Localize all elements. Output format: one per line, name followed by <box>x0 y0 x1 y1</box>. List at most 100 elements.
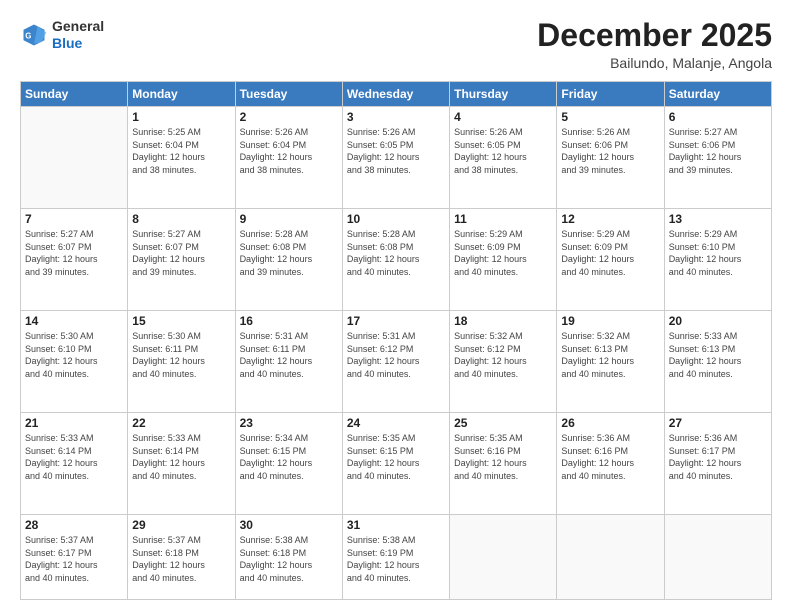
table-row: 16 Sunrise: 5:31 AM Sunset: 6:11 PM Dayli… <box>235 311 342 413</box>
day-info: Sunrise: 5:31 AM Sunset: 6:11 PM Dayligh… <box>240 330 338 380</box>
day-info: Sunrise: 5:29 AM Sunset: 6:09 PM Dayligh… <box>454 228 552 278</box>
day-info: Sunrise: 5:31 AM Sunset: 6:12 PM Dayligh… <box>347 330 445 380</box>
header-wednesday: Wednesday <box>342 82 449 107</box>
logo-general: General <box>52 18 104 34</box>
table-row: 30 Sunrise: 5:38 AM Sunset: 6:18 PM Dayli… <box>235 514 342 599</box>
table-row: 8 Sunrise: 5:27 AM Sunset: 6:07 PM Daylig… <box>128 209 235 311</box>
day-info: Sunrise: 5:38 AM Sunset: 6:18 PM Dayligh… <box>240 534 338 584</box>
table-row: 18 Sunrise: 5:32 AM Sunset: 6:12 PM Dayli… <box>450 311 557 413</box>
table-row: 4 Sunrise: 5:26 AM Sunset: 6:05 PM Daylig… <box>450 107 557 209</box>
table-row: 26 Sunrise: 5:36 AM Sunset: 6:16 PM Dayli… <box>557 413 664 515</box>
day-number: 19 <box>561 314 659 328</box>
day-number: 4 <box>454 110 552 124</box>
table-row <box>664 514 771 599</box>
day-number: 5 <box>561 110 659 124</box>
day-info: Sunrise: 5:35 AM Sunset: 6:16 PM Dayligh… <box>454 432 552 482</box>
day-info: Sunrise: 5:33 AM Sunset: 6:13 PM Dayligh… <box>669 330 767 380</box>
table-row: 6 Sunrise: 5:27 AM Sunset: 6:06 PM Daylig… <box>664 107 771 209</box>
logo-icon: G <box>20 21 48 49</box>
day-info: Sunrise: 5:33 AM Sunset: 6:14 PM Dayligh… <box>132 432 230 482</box>
table-row: 13Sunrise: 5:29 AM Sunset: 6:10 PM Dayli… <box>664 209 771 311</box>
day-info: Sunrise: 5:29 AM Sunset: 6:10 PM Dayligh… <box>669 228 767 278</box>
day-info: Sunrise: 5:29 AM Sunset: 6:09 PM Dayligh… <box>561 228 659 278</box>
table-row <box>450 514 557 599</box>
day-info: Sunrise: 5:35 AM Sunset: 6:15 PM Dayligh… <box>347 432 445 482</box>
day-number: 18 <box>454 314 552 328</box>
day-info: Sunrise: 5:36 AM Sunset: 6:17 PM Dayligh… <box>669 432 767 482</box>
day-info: Sunrise: 5:32 AM Sunset: 6:13 PM Dayligh… <box>561 330 659 380</box>
header-sunday: Sunday <box>21 82 128 107</box>
weekday-header-row: Sunday Monday Tuesday Wednesday Thursday… <box>21 82 772 107</box>
day-number: 2 <box>240 110 338 124</box>
day-info: Sunrise: 5:25 AM Sunset: 6:04 PM Dayligh… <box>132 126 230 176</box>
day-number: 12 <box>561 212 659 226</box>
table-row: 15 Sunrise: 5:30 AM Sunset: 6:11 PM Dayli… <box>128 311 235 413</box>
day-info: Sunrise: 5:37 AM Sunset: 6:18 PM Dayligh… <box>132 534 230 584</box>
day-number: 14 <box>25 314 123 328</box>
table-row: 1 Sunrise: 5:25 AM Sunset: 6:04 PM Daylig… <box>128 107 235 209</box>
table-row: 17 Sunrise: 5:31 AM Sunset: 6:12 PM Dayli… <box>342 311 449 413</box>
table-row: 5Sunrise: 5:26 AM Sunset: 6:06 PM Daylig… <box>557 107 664 209</box>
day-info: Sunrise: 5:32 AM Sunset: 6:12 PM Dayligh… <box>454 330 552 380</box>
day-number: 15 <box>132 314 230 328</box>
day-number: 27 <box>669 416 767 430</box>
day-number: 21 <box>25 416 123 430</box>
day-number: 10 <box>347 212 445 226</box>
day-number: 23 <box>240 416 338 430</box>
day-info: Sunrise: 5:27 AM Sunset: 6:07 PM Dayligh… <box>25 228 123 278</box>
day-info: Sunrise: 5:36 AM Sunset: 6:16 PM Dayligh… <box>561 432 659 482</box>
header-monday: Monday <box>128 82 235 107</box>
day-info: Sunrise: 5:37 AM Sunset: 6:17 PM Dayligh… <box>25 534 123 584</box>
table-row: 3Sunrise: 5:26 AM Sunset: 6:05 PM Daylig… <box>342 107 449 209</box>
day-number: 31 <box>347 518 445 532</box>
day-number: 26 <box>561 416 659 430</box>
day-number: 6 <box>669 110 767 124</box>
day-number: 9 <box>240 212 338 226</box>
day-number: 7 <box>25 212 123 226</box>
table-row: 25 Sunrise: 5:35 AM Sunset: 6:16 PM Dayli… <box>450 413 557 515</box>
table-row: 7 Sunrise: 5:27 AM Sunset: 6:07 PM Daylig… <box>21 209 128 311</box>
day-info: Sunrise: 5:30 AM Sunset: 6:11 PM Dayligh… <box>132 330 230 380</box>
table-row: 19 Sunrise: 5:32 AM Sunset: 6:13 PM Dayli… <box>557 311 664 413</box>
table-row: 29 Sunrise: 5:37 AM Sunset: 6:18 PM Dayli… <box>128 514 235 599</box>
svg-text:G: G <box>25 31 31 40</box>
day-info: Sunrise: 5:38 AM Sunset: 6:19 PM Dayligh… <box>347 534 445 584</box>
day-number: 30 <box>240 518 338 532</box>
table-row: 28Sunrise: 5:37 AM Sunset: 6:17 PM Dayli… <box>21 514 128 599</box>
table-row: 21 Sunrise: 5:33 AM Sunset: 6:14 PM Dayli… <box>21 413 128 515</box>
calendar-page: G General Blue December 2025 Bailundo, M… <box>0 0 792 612</box>
table-row: 20 Sunrise: 5:33 AM Sunset: 6:13 PM Dayli… <box>664 311 771 413</box>
day-number: 16 <box>240 314 338 328</box>
header-friday: Friday <box>557 82 664 107</box>
day-info: Sunrise: 5:33 AM Sunset: 6:14 PM Dayligh… <box>25 432 123 482</box>
day-info: Sunrise: 5:34 AM Sunset: 6:15 PM Dayligh… <box>240 432 338 482</box>
day-number: 8 <box>132 212 230 226</box>
table-row: 23 Sunrise: 5:34 AM Sunset: 6:15 PM Dayli… <box>235 413 342 515</box>
month-year: December 2025 <box>537 18 772 53</box>
table-row: 9 Sunrise: 5:28 AM Sunset: 6:08 PM Daylig… <box>235 209 342 311</box>
day-info: Sunrise: 5:27 AM Sunset: 6:06 PM Dayligh… <box>669 126 767 176</box>
day-number: 17 <box>347 314 445 328</box>
day-number: 11 <box>454 212 552 226</box>
day-info: Sunrise: 5:26 AM Sunset: 6:05 PM Dayligh… <box>454 126 552 176</box>
logo: G General Blue <box>20 18 104 52</box>
page-header: G General Blue December 2025 Bailundo, M… <box>20 18 772 71</box>
table-row: 10Sunrise: 5:28 AM Sunset: 6:08 PM Dayli… <box>342 209 449 311</box>
table-row: 14Sunrise: 5:30 AM Sunset: 6:10 PM Dayli… <box>21 311 128 413</box>
table-row: 12 Sunrise: 5:29 AM Sunset: 6:09 PM Dayli… <box>557 209 664 311</box>
table-row: 22Sunrise: 5:33 AM Sunset: 6:14 PM Dayli… <box>128 413 235 515</box>
location: Bailundo, Malanje, Angola <box>537 55 772 71</box>
table-row: 31 Sunrise: 5:38 AM Sunset: 6:19 PM Dayli… <box>342 514 449 599</box>
logo-blue: Blue <box>52 35 82 51</box>
day-number: 29 <box>132 518 230 532</box>
day-number: 24 <box>347 416 445 430</box>
day-info: Sunrise: 5:27 AM Sunset: 6:07 PM Dayligh… <box>132 228 230 278</box>
header-tuesday: Tuesday <box>235 82 342 107</box>
day-number: 25 <box>454 416 552 430</box>
day-info: Sunrise: 5:28 AM Sunset: 6:08 PM Dayligh… <box>240 228 338 278</box>
day-number: 1 <box>132 110 230 124</box>
table-row <box>21 107 128 209</box>
header-thursday: Thursday <box>450 82 557 107</box>
table-row <box>557 514 664 599</box>
day-number: 20 <box>669 314 767 328</box>
